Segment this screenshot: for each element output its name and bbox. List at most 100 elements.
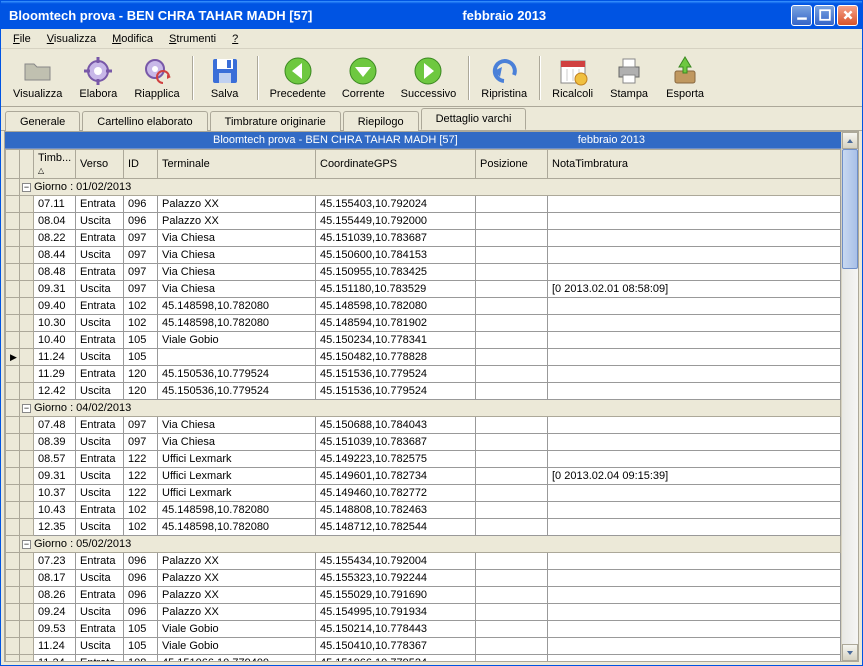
table-row[interactable]: 08.39Uscita097Via Chiesa45.151039,10.783… [6,434,841,451]
cell-timb: 08.26 [34,587,76,604]
scroll-down-button[interactable] [842,644,858,661]
cell-gps: 45.149601,10.782734 [316,468,476,485]
table-row[interactable]: 09.40Entrata10245.148598,10.78208045.148… [6,298,841,315]
cell-nota [548,502,841,519]
collapse-icon[interactable]: − [22,540,31,549]
collapse-icon[interactable]: − [22,183,31,192]
menu-help[interactable]: ? [224,31,246,47]
corrente-button[interactable]: Corrente [334,51,393,105]
group-row[interactable]: −Giorno : 05/02/2013 [6,536,841,553]
elabora-button[interactable]: Elabora [70,51,126,105]
cell-timb: 11.24 [34,638,76,655]
table-row[interactable]: 07.11Entrata096Palazzo XX45.155403,10.79… [6,196,841,213]
tab-cartellino[interactable]: Cartellino elaborato [82,111,207,131]
row-indicator [6,638,20,655]
cell-id: 105 [124,332,158,349]
row-indicator [6,451,20,468]
grid-title-left: Bloomtech prova - BEN CHRA TAHAR MADH [5… [33,134,458,146]
ripristina-button[interactable]: Ripristina [473,51,535,105]
col-timb[interactable]: Timb... △ [34,150,76,179]
table-row[interactable]: 09.53Entrata105Viale Gobio45.150214,10.7… [6,621,841,638]
cell-id: 122 [124,485,158,502]
vertical-scrollbar[interactable] [841,132,858,661]
col-terminale[interactable]: Terminale [158,150,316,179]
table-row[interactable]: 10.37Uscita122Uffici Lexmark45.149460,10… [6,485,841,502]
cell-id: 097 [124,230,158,247]
col-id[interactable]: ID [124,150,158,179]
table-row[interactable]: 08.22Entrata097Via Chiesa45.151039,10.78… [6,230,841,247]
successivo-button[interactable]: Successivo [393,51,465,105]
table-row[interactable]: 09.31Uscita122Uffici Lexmark45.149601,10… [6,468,841,485]
table-row[interactable]: 11.24Uscita105Viale Gobio45.150410,10.77… [6,638,841,655]
col-gps[interactable]: CoordinateGPS [316,150,476,179]
menu-visualizza[interactable]: Visualizza [39,31,104,47]
table-row[interactable]: 07.23Entrata096Palazzo XX45.155434,10.79… [6,553,841,570]
cell-nota [548,587,841,604]
cell-gps: 45.149223,10.782575 [316,451,476,468]
table-row[interactable]: 08.44Uscita097Via Chiesa45.150600,10.784… [6,247,841,264]
table-row[interactable]: 10.40Entrata105Viale Gobio45.150234,10.7… [6,332,841,349]
precedente-button[interactable]: Precedente [262,51,334,105]
stampa-button[interactable]: Stampa [601,51,657,105]
row-indicator [6,281,20,298]
table-row[interactable]: 10.30Uscita10245.148598,10.78208045.1485… [6,315,841,332]
data-grid[interactable]: Timb... △ Verso ID Terminale CoordinateG… [5,149,841,661]
tab-generale[interactable]: Generale [5,111,80,131]
scroll-up-button[interactable] [842,132,858,149]
table-row[interactable]: 08.57Entrata122Uffici Lexmark45.149223,1… [6,451,841,468]
cell-id: 096 [124,570,158,587]
tab-riepilogo[interactable]: Riepilogo [343,111,419,131]
col-nota[interactable]: NotaTimbratura [548,150,841,179]
close-button[interactable] [837,5,858,26]
tab-dettaglio[interactable]: Dettaglio varchi [421,108,527,130]
table-row[interactable]: 07.48Entrata097Via Chiesa45.150688,10.78… [6,417,841,434]
cell-verso: Entrata [76,587,124,604]
ricalcoli-button[interactable]: Ricalcoli [544,51,601,105]
scroll-thumb[interactable] [842,149,858,269]
collapse-icon[interactable]: − [22,404,31,413]
salva-button[interactable]: Salva [197,51,253,105]
cell-posizione [476,383,548,400]
tab-timbrature[interactable]: Timbrature originarie [210,111,341,131]
col-posizione[interactable]: Posizione [476,150,548,179]
cell-id: 120 [124,383,158,400]
table-row[interactable]: 08.48Entrata097Via Chiesa45.150955,10.78… [6,264,841,281]
arrow-down-icon [347,55,379,87]
group-row[interactable]: −Giorno : 04/02/2013 [6,400,841,417]
table-row[interactable]: 08.26Entrata096Palazzo XX45.155029,10.79… [6,587,841,604]
menu-strumenti[interactable]: Strumenti [161,31,224,47]
visualizza-button[interactable]: Visualizza [5,51,70,105]
cell-terminale: Uffici Lexmark [158,468,316,485]
table-row[interactable]: 11.24Entrata10845.151066,10.77940045.151… [6,655,841,662]
cell-terminale: Viale Gobio [158,621,316,638]
maximize-button[interactable] [814,5,835,26]
scroll-track[interactable] [842,149,858,644]
separator [257,56,258,100]
cell-id: 096 [124,604,158,621]
cell-id: 097 [124,264,158,281]
esporta-button[interactable]: Esporta [657,51,713,105]
table-row[interactable]: ▶11.24Uscita105Viale Gobio45.150482,10.7… [6,349,841,366]
riapplica-button[interactable]: Riapplica [126,51,187,105]
cell-nota [548,417,841,434]
col-verso[interactable]: Verso [76,150,124,179]
cell-timb: 07.48 [34,417,76,434]
table-row[interactable]: 12.42Uscita12045.150536,10.77952445.1515… [6,383,841,400]
menu-file[interactable]: File [5,31,39,47]
cell-nota [548,570,841,587]
table-row[interactable]: 08.04Uscita096Palazzo XX45.155449,10.792… [6,213,841,230]
table-row[interactable]: 09.31Uscita097Via Chiesa45.151180,10.783… [6,281,841,298]
table-row[interactable]: 09.24Uscita096Palazzo XX45.154995,10.791… [6,604,841,621]
table-row[interactable]: 11.29Entrata12045.150536,10.77952445.151… [6,366,841,383]
cell-terminale: Via Chiesa [158,264,316,281]
cell-verso: Entrata [76,451,124,468]
cell-terminale: Palazzo XX [158,587,316,604]
group-row[interactable]: −Giorno : 01/02/2013 [6,179,841,196]
table-row[interactable]: 10.43Entrata10245.148598,10.78208045.148… [6,502,841,519]
table-row[interactable]: 12.35Uscita10245.148598,10.78208045.1487… [6,519,841,536]
table-row[interactable]: 08.17Uscita096Palazzo XX45.155323,10.792… [6,570,841,587]
cell-posizione [476,230,548,247]
minimize-button[interactable] [791,5,812,26]
cell-verso: Uscita [76,281,124,298]
menu-modifica[interactable]: Modifica [104,31,161,47]
